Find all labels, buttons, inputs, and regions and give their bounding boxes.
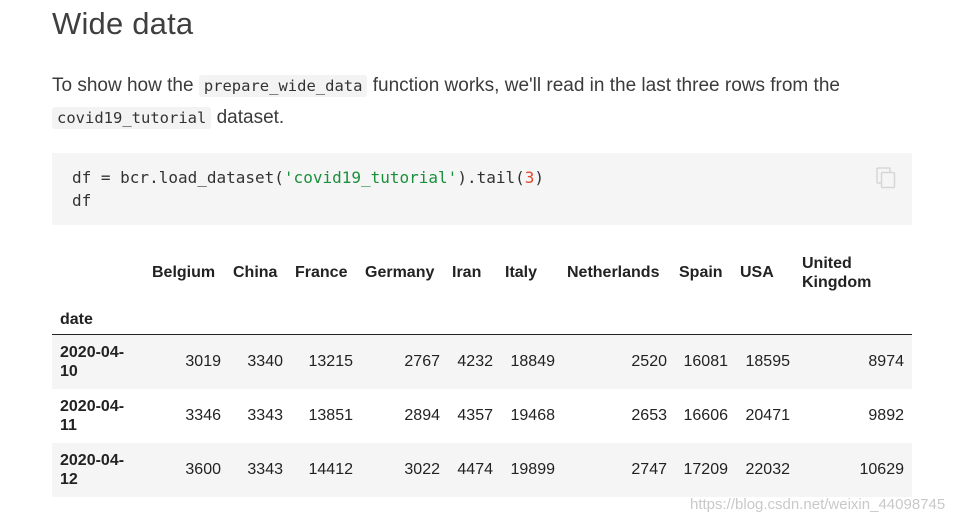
table-cell: 2747 bbox=[631, 460, 667, 478]
column-header: Germany bbox=[365, 264, 435, 281]
table-cell: 4232 bbox=[457, 352, 493, 370]
column-header: France bbox=[295, 264, 348, 281]
column-header: China bbox=[233, 264, 278, 281]
copy-icon[interactable] bbox=[876, 167, 896, 189]
table-cell: 3019 bbox=[185, 352, 221, 370]
table-row: 2020-04-10 3019 3340 13215 2767 4232 188… bbox=[52, 334, 912, 389]
intro-text-3: dataset. bbox=[211, 107, 285, 128]
code-string-literal: 'covid19_tutorial' bbox=[283, 168, 458, 187]
intro-text-2: function works, we'll read in the last t… bbox=[367, 75, 840, 96]
table-cell: 16606 bbox=[683, 406, 729, 424]
row-index-date: 2020-04-12 bbox=[60, 451, 125, 488]
code-block: df = bcr.load_dataset('covid19_tutorial'… bbox=[52, 153, 912, 225]
dataframe-output: Belgium China France Germany Iran Italy … bbox=[52, 240, 912, 497]
table-cell: 3343 bbox=[247, 406, 283, 424]
code-content: df = bcr.load_dataset('covid19_tutorial'… bbox=[72, 166, 892, 212]
column-header: USA bbox=[740, 264, 774, 281]
table-cell: 2767 bbox=[404, 352, 440, 370]
column-header: Iran bbox=[452, 264, 482, 281]
index-name-header: date bbox=[60, 311, 93, 328]
row-index-date: 2020-04-11 bbox=[60, 397, 125, 434]
table-cell: 10629 bbox=[859, 460, 905, 478]
table-cell: 3340 bbox=[247, 352, 283, 370]
table-cell: 3346 bbox=[185, 406, 221, 424]
watermark: https://blog.csdn.net/weixin_44098745 bbox=[690, 496, 946, 513]
column-header: United Kingdom bbox=[802, 255, 872, 291]
table-cell: 20471 bbox=[745, 406, 791, 424]
table-cell: 3600 bbox=[185, 460, 221, 478]
table-cell: 22032 bbox=[745, 460, 791, 478]
table-cell: 14412 bbox=[308, 460, 354, 478]
table-cell: 17209 bbox=[683, 460, 729, 478]
code-number-literal: 3 bbox=[524, 168, 535, 187]
table-cell: 4357 bbox=[457, 406, 493, 424]
inline-code-function: prepare_wide_data bbox=[198, 75, 368, 97]
column-header-row: Belgium China France Germany Iran Italy … bbox=[52, 240, 912, 306]
table-cell: 13215 bbox=[308, 352, 354, 370]
table-cell: 19899 bbox=[510, 460, 556, 478]
code-line1-prefix: df = bcr.load_dataset( bbox=[72, 168, 284, 187]
table-row: 2020-04-12 3600 3343 14412 3022 4474 198… bbox=[52, 442, 912, 497]
table-cell: 16081 bbox=[683, 352, 729, 370]
table-cell: 4474 bbox=[457, 460, 493, 478]
table-row: 2020-04-11 3346 3343 13851 2894 4357 194… bbox=[52, 389, 912, 443]
table-cell: 8974 bbox=[868, 352, 904, 370]
table-cell: 13851 bbox=[308, 406, 354, 424]
table-cell: 2894 bbox=[404, 406, 440, 424]
table-cell: 19468 bbox=[510, 406, 556, 424]
code-line1-suffix: ) bbox=[534, 168, 545, 187]
table-cell: 2653 bbox=[631, 406, 667, 424]
table-cell: 18595 bbox=[745, 352, 791, 370]
table-cell: 18849 bbox=[510, 352, 556, 370]
column-header: Netherlands bbox=[567, 264, 660, 281]
table-cell: 2520 bbox=[631, 352, 667, 370]
page-title: Wide data bbox=[52, 6, 194, 41]
index-header-row: date bbox=[52, 306, 912, 335]
dataframe-table: Belgium China France Germany Iran Italy … bbox=[52, 240, 912, 497]
column-header: Spain bbox=[679, 264, 723, 281]
intro-paragraph: To show how the prepare_wide_data functi… bbox=[52, 70, 912, 134]
table-cell: 3022 bbox=[404, 460, 440, 478]
corner-header bbox=[52, 240, 148, 306]
table-cell: 3343 bbox=[247, 460, 283, 478]
intro-text-1: To show how the bbox=[52, 75, 199, 96]
code-line1-mid: ).tail( bbox=[457, 168, 525, 187]
column-header: Belgium bbox=[152, 264, 216, 281]
code-line2: df bbox=[72, 191, 92, 210]
row-index-date: 2020-04-10 bbox=[60, 343, 125, 380]
table-cell: 9892 bbox=[868, 406, 904, 424]
inline-code-dataset: covid19_tutorial bbox=[52, 107, 212, 129]
column-header: Italy bbox=[505, 264, 538, 281]
